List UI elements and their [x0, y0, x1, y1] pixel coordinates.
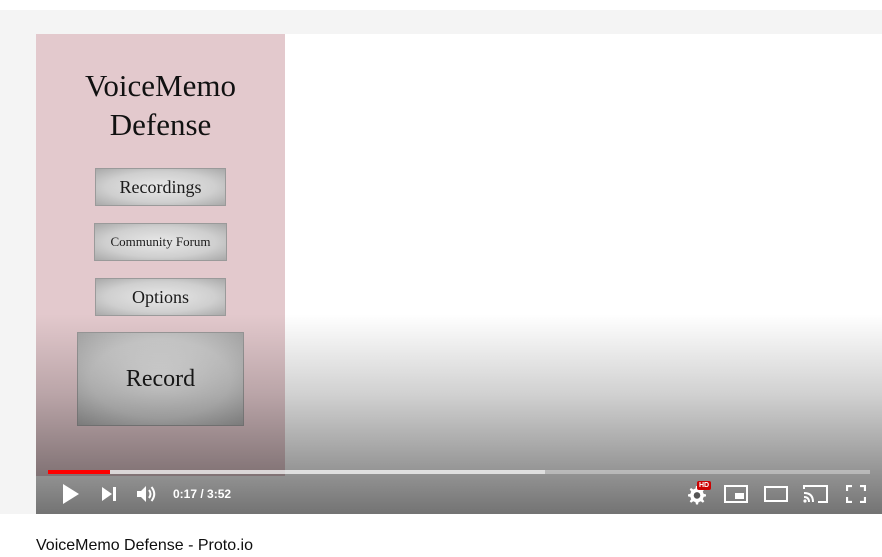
fullscreen-icon: [846, 485, 866, 503]
miniplayer-button[interactable]: [722, 482, 750, 506]
next-button[interactable]: [96, 482, 122, 506]
miniplayer-icon: [724, 485, 748, 503]
play-icon: [60, 483, 80, 505]
app-sidebar-panel: VoiceMemo Defense Recordings Community F…: [36, 34, 285, 476]
cast-button[interactable]: [802, 482, 830, 506]
app-title: VoiceMemo Defense: [85, 68, 236, 142]
time-total: 3:52: [207, 487, 232, 501]
options-button[interactable]: Options: [95, 278, 226, 316]
time-separator: /: [197, 487, 208, 501]
community-forum-button[interactable]: Community Forum: [94, 223, 227, 261]
next-icon: [100, 485, 118, 503]
player-controls-bar: 0:17 / 3:52 HD: [36, 474, 882, 514]
theater-mode-button[interactable]: [762, 482, 790, 506]
recordings-button[interactable]: Recordings: [95, 168, 226, 206]
hd-badge: HD: [697, 481, 712, 490]
mute-button[interactable]: [134, 482, 160, 506]
settings-icon: HD: [685, 481, 712, 505]
volume-icon: [136, 484, 158, 504]
video-title[interactable]: VoiceMemo Defense - Proto.io: [36, 535, 253, 557]
time-display: 0:17 / 3:52: [173, 485, 231, 503]
video-player[interactable]: VoiceMemo Defense Recordings Community F…: [36, 34, 882, 514]
page-top-band: [0, 0, 882, 34]
settings-button[interactable]: HD: [682, 481, 712, 506]
play-button[interactable]: [56, 482, 84, 506]
fullscreen-button[interactable]: [842, 482, 870, 506]
theater-mode-icon: [764, 486, 788, 502]
time-current: 0:17: [173, 487, 198, 501]
record-button[interactable]: Record: [77, 332, 244, 426]
page-left-gutter: [0, 34, 36, 514]
cast-icon: [803, 484, 829, 504]
